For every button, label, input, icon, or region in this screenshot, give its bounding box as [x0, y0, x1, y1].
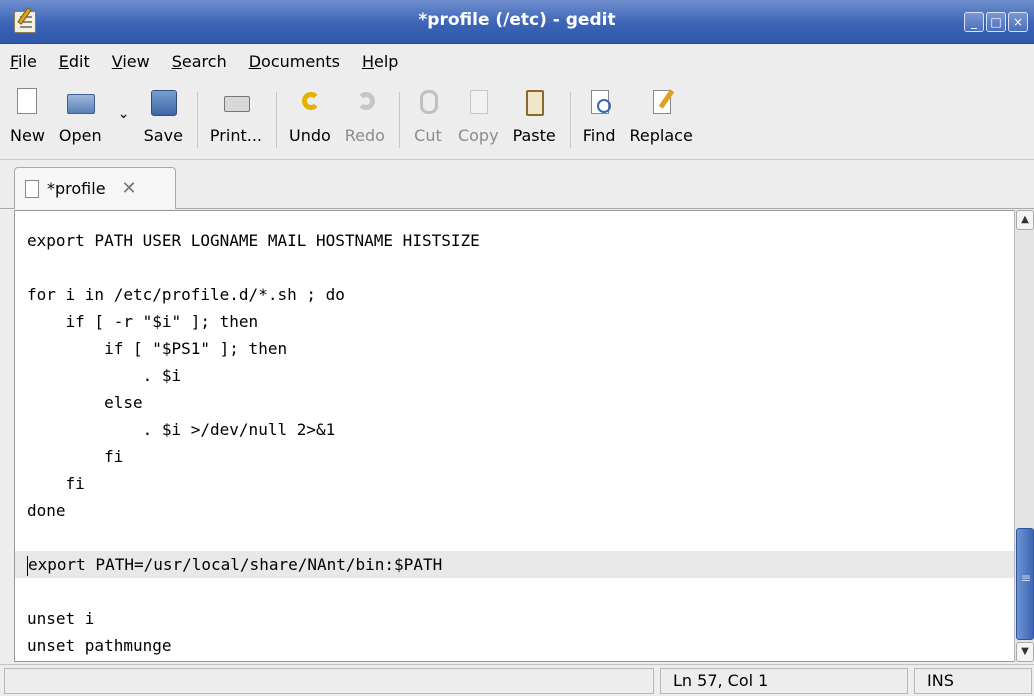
code-line: . $i: [27, 366, 182, 385]
cut-label: Cut: [414, 126, 442, 145]
scrollbar-thumb[interactable]: [1016, 528, 1034, 640]
clipboard-icon: [518, 86, 550, 118]
close-window-button[interactable]: ×: [1008, 12, 1028, 32]
code-line: done: [27, 501, 66, 520]
save-label: Save: [143, 126, 183, 145]
undo-icon: [294, 86, 326, 118]
printer-icon: [220, 86, 252, 118]
maximize-button[interactable]: □: [986, 12, 1006, 32]
copy-label: Copy: [457, 126, 499, 145]
status-message: [4, 668, 654, 694]
toolbar-separator: [196, 92, 198, 148]
find-icon: [583, 86, 615, 118]
undo-label: Undo: [288, 126, 331, 145]
title-bar: *profile (/etc) - gedit _ □ ×: [0, 0, 1034, 44]
find-button[interactable]: Find: [583, 86, 616, 145]
close-tab-icon[interactable]: ✕: [122, 178, 137, 199]
window-title: *profile (/etc) - gedit: [418, 10, 616, 30]
new-label: New: [10, 126, 45, 145]
paste-label: Paste: [512, 126, 556, 145]
copy-icon: [462, 86, 494, 118]
code-line: unset pathmunge: [27, 636, 172, 655]
menu-bar: File Edit View Search Documents Help: [0, 45, 1034, 77]
menu-documents[interactable]: Documents: [249, 52, 340, 71]
menu-file[interactable]: File: [10, 52, 37, 71]
code-line: if [ -r "$i" ]; then: [27, 312, 259, 331]
vertical-scrollbar[interactable]: ▲ ▼: [1014, 210, 1034, 662]
code-line: . $i >/dev/null 2>&1: [27, 420, 336, 439]
print-label: Print...: [209, 126, 262, 145]
open-recent-dropdown[interactable]: ⌄: [116, 86, 132, 122]
scroll-up-arrow-icon[interactable]: ▲: [1016, 210, 1034, 230]
toolbar-separator: [398, 92, 400, 148]
code-line: if [ "$PS1" ]; then: [27, 339, 288, 358]
print-button[interactable]: Print...: [210, 86, 262, 145]
replace-icon: [645, 86, 677, 118]
text-document-icon: [25, 179, 39, 198]
save-button[interactable]: Save: [144, 86, 183, 145]
toolbar-separator: [275, 92, 277, 148]
insert-mode-indicator[interactable]: INS: [914, 668, 1032, 694]
scissors-icon: [412, 86, 444, 118]
code-line: for i in /etc/profile.d/*.sh ; do: [27, 285, 345, 304]
replace-label: Replace: [629, 126, 693, 145]
current-line-text: export PATH=/usr/local/share/NAnt/bin:$P…: [28, 555, 443, 574]
find-label: Find: [582, 126, 616, 145]
new-document-icon: [11, 86, 43, 118]
document-tab-bar: *profile ✕: [0, 161, 1034, 209]
current-code-line: export PATH=/usr/local/share/NAnt/bin:$P…: [15, 551, 1017, 578]
code-view[interactable]: export PATH USER LOGNAME MAIL HOSTNAME H…: [15, 227, 1017, 659]
toolbar: New Open ⌄ Save Print... Undo Redo Cut C…: [0, 78, 1034, 160]
status-bar: Ln 57, Col 1 INS: [0, 664, 1034, 696]
menu-search[interactable]: Search: [172, 52, 227, 71]
replace-button[interactable]: Replace: [630, 86, 693, 145]
save-icon: [147, 86, 179, 118]
copy-button[interactable]: Copy: [458, 86, 499, 145]
toolbar-separator: [569, 92, 571, 148]
cut-button[interactable]: Cut: [412, 86, 444, 145]
menu-help[interactable]: Help: [362, 52, 398, 71]
menu-view[interactable]: View: [112, 52, 150, 71]
minimize-button[interactable]: _: [964, 12, 984, 32]
paste-button[interactable]: Paste: [513, 86, 556, 145]
code-line: fi: [27, 447, 124, 466]
code-line: else: [27, 393, 143, 412]
text-editor[interactable]: export PATH USER LOGNAME MAIL HOSTNAME H…: [14, 210, 1018, 662]
cursor-position: Ln 57, Col 1: [660, 668, 908, 694]
redo-button[interactable]: Redo: [345, 86, 385, 145]
redo-label: Redo: [344, 126, 385, 145]
window-controls: _ □ ×: [964, 12, 1028, 32]
open-button[interactable]: Open: [59, 86, 102, 145]
undo-button[interactable]: Undo: [289, 86, 331, 145]
scroll-down-arrow-icon[interactable]: ▼: [1016, 642, 1034, 662]
redo-icon: [349, 86, 381, 118]
folder-open-icon: [64, 86, 96, 118]
code-line: fi: [27, 474, 85, 493]
code-line: unset i: [27, 609, 95, 628]
code-line: export PATH USER LOGNAME MAIL HOSTNAME H…: [27, 231, 480, 250]
tab-profile[interactable]: *profile ✕: [14, 167, 176, 209]
open-label: Open: [58, 126, 102, 145]
tab-label: *profile: [47, 179, 106, 198]
menu-edit[interactable]: Edit: [59, 52, 90, 71]
new-button[interactable]: New: [10, 86, 45, 145]
